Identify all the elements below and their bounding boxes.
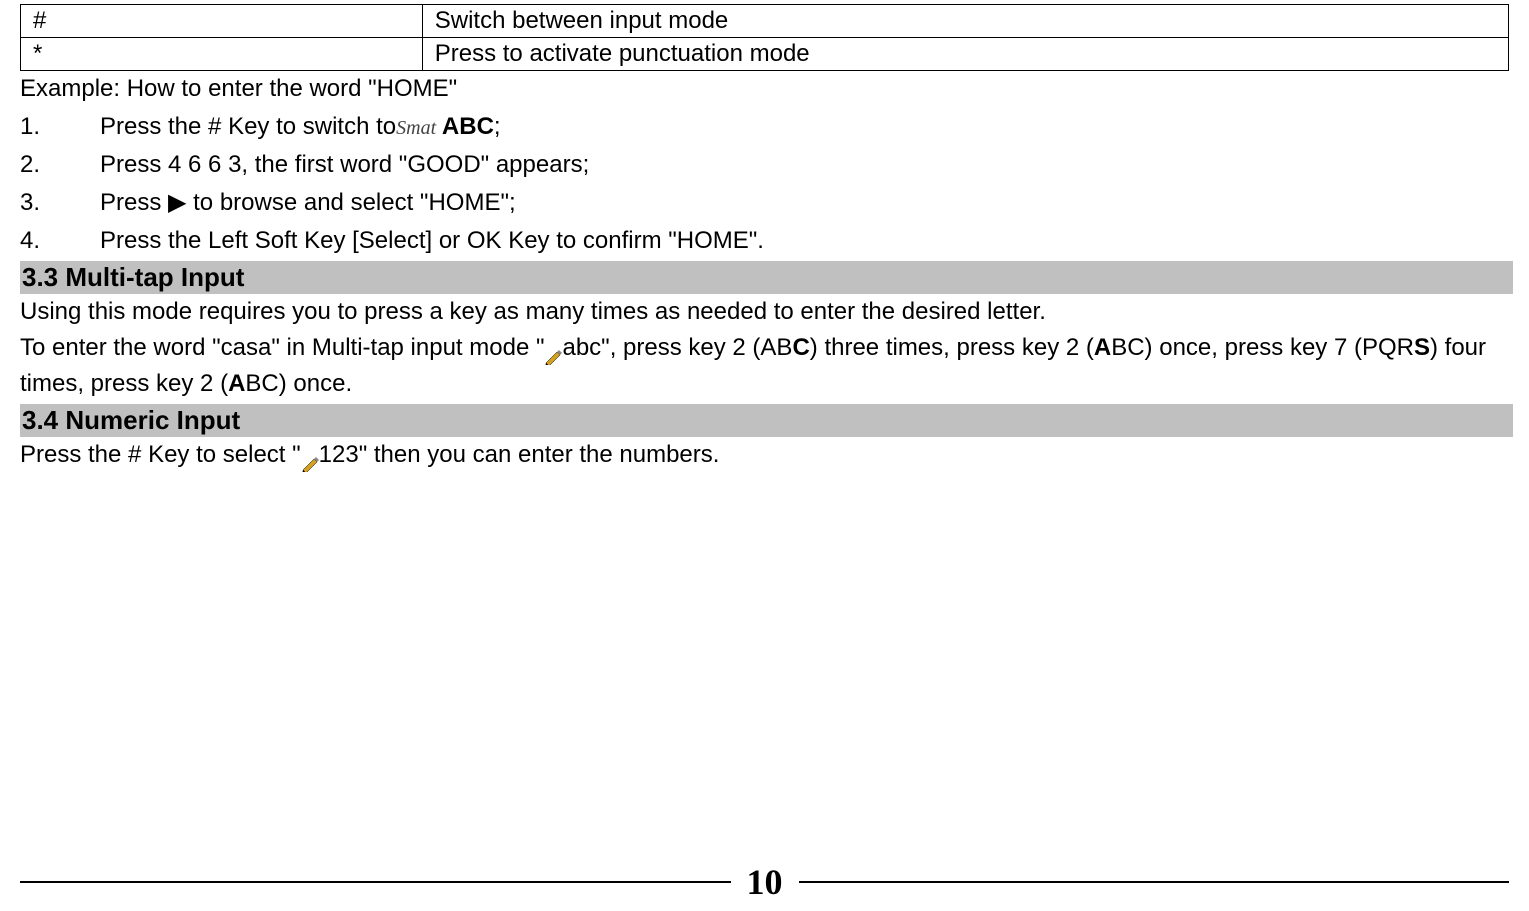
text-part: 123" then you can enter the numbers. <box>319 441 720 468</box>
step-text: Press the # Key to switch toSmat ABC; <box>100 109 1509 145</box>
table-cell-key: # <box>21 5 423 38</box>
table-cell-desc: Press to activate punctuation mode <box>422 38 1508 71</box>
step-text-bold: ABC <box>436 113 494 140</box>
section-34-body: Press the # Key to select " 123" then you… <box>20 437 1509 473</box>
table-row: * Press to activate punctuation mode <box>21 38 1509 71</box>
section-header-33: 3.3 Multi-tap Input <box>20 261 1513 294</box>
step-item: 1. Press the # Key to switch toSmat ABC; <box>20 109 1509 145</box>
text-part: BC) once. <box>245 370 352 397</box>
table-cell-desc: Switch between input mode <box>422 5 1508 38</box>
step-text: Press the Left Soft Key [Select] or OK K… <box>100 223 1509 259</box>
text-bold: A <box>228 370 245 397</box>
example-heading: Example: How to enter the word "HOME" <box>20 71 1509 107</box>
smart-icon: Smat <box>396 117 436 139</box>
text-part: abc", press key 2 (AB <box>562 334 792 361</box>
text-part: To enter the word "casa" in Multi-tap in… <box>20 334 544 361</box>
section-header-34: 3.4 Numeric Input <box>20 404 1513 437</box>
text-part: ) three times, press key 2 ( <box>810 334 1094 361</box>
step-list: 1. Press the # Key to switch toSmat ABC;… <box>20 109 1509 259</box>
step-item: 2. Press 4 6 6 3, the first word "GOOD" … <box>20 147 1509 183</box>
step-text: Press ▶ to browse and select "HOME"; <box>100 185 1509 221</box>
section-33-body-2: To enter the word "casa" in Multi-tap in… <box>20 330 1509 402</box>
text-bold: A <box>1094 334 1111 361</box>
table-cell-key: * <box>21 38 423 71</box>
pencil-icon <box>301 447 319 465</box>
step-number: 2. <box>20 147 100 183</box>
page-number: 10 <box>731 861 799 903</box>
key-table: # Switch between input mode * Press to a… <box>20 4 1509 71</box>
step-number: 1. <box>20 109 100 145</box>
pencil-icon <box>544 340 562 358</box>
text-bold: S <box>1414 334 1430 361</box>
text-part: BC) once, press key 7 (PQR <box>1111 334 1414 361</box>
step-item: 4. Press the Left Soft Key [Select] or O… <box>20 223 1509 259</box>
footer-line-left <box>20 881 731 883</box>
section-33-body-1: Using this mode requires you to press a … <box>20 294 1509 330</box>
step-item: 3. Press ▶ to browse and select "HOME"; <box>20 185 1509 221</box>
table-row: # Switch between input mode <box>21 5 1509 38</box>
step-text-end: ; <box>494 113 501 140</box>
step-text-pre: Press the # Key to switch to <box>100 113 396 140</box>
step-number: 3. <box>20 185 100 221</box>
step-number: 4. <box>20 223 100 259</box>
page-footer: 10 <box>0 861 1529 903</box>
step-text: Press 4 6 6 3, the first word "GOOD" app… <box>100 147 1509 183</box>
footer-line-right <box>799 881 1510 883</box>
text-part: Press the # Key to select " <box>20 441 301 468</box>
text-bold: C <box>792 334 809 361</box>
